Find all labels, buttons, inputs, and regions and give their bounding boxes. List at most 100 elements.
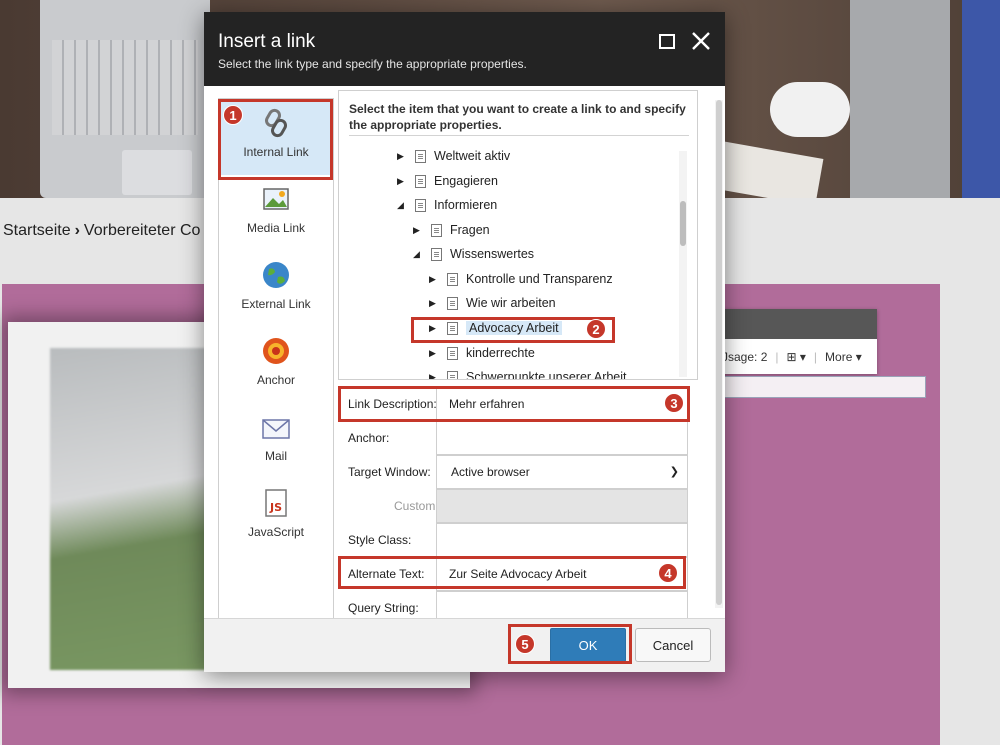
callout-number-3: 3: [664, 393, 684, 413]
link-type-label: Internal Link: [243, 145, 309, 159]
document-icon: [447, 272, 458, 286]
document-icon: [415, 149, 426, 163]
tree-node-kinderrechte[interactable]: ▶ kinderrechte: [429, 343, 535, 363]
link-type-label: JavaScript: [247, 525, 305, 539]
document-icon: [447, 296, 458, 310]
document-icon: [431, 223, 442, 237]
link-type-label: Mail: [264, 449, 287, 463]
custom-input: [436, 489, 688, 523]
style-class-row: Style Class:: [338, 523, 693, 557]
link-properties-panel: Select the item that you want to create …: [338, 90, 725, 628]
expand-arrow-icon[interactable]: ▶: [429, 274, 439, 285]
custom-row: Custom:: [338, 489, 693, 523]
tree-node-label: Advocacy Arbeit: [466, 321, 562, 335]
tree-node-label: Schwerpunkte unserer Arbeit: [466, 370, 627, 380]
link-type-list: Internal Link Media Link External Link A…: [218, 98, 334, 623]
callout-number-4: 4: [658, 563, 678, 583]
chevron-down-icon: ❯: [669, 466, 679, 478]
expand-arrow-icon[interactable]: ▶: [413, 225, 423, 236]
maximize-icon[interactable]: [659, 34, 675, 49]
editor-toolbar-bar: [710, 309, 877, 339]
callout-number-5: 5: [515, 634, 535, 654]
tree-node-weltweit-aktiv[interactable]: ▶ Weltweit aktiv: [397, 146, 510, 166]
link-type-anchor[interactable]: Anchor: [219, 327, 333, 403]
tree-scrollbar-thumb[interactable]: [680, 201, 686, 246]
style-class-label: Style Class:: [348, 533, 412, 547]
editor-toolbar: Jsage: 2 | ⊞ ▾ | More ▾: [710, 309, 877, 374]
document-icon: [447, 321, 458, 335]
link-description-row: Link Description:: [338, 387, 693, 421]
expand-arrow-icon[interactable]: ▶: [397, 176, 407, 187]
tree-node-kontrolle-und-transparenz[interactable]: ▶ Kontrolle und Transparenz: [429, 269, 613, 289]
link-type-javascript[interactable]: JS JavaScript: [219, 479, 333, 555]
close-icon[interactable]: [690, 30, 712, 52]
alternate-text-row: Alternate Text:: [338, 557, 693, 591]
usage-count: Jsage: 2: [722, 349, 768, 364]
link-type-media[interactable]: Media Link: [219, 175, 333, 251]
tree-node-wie-wir-arbeiten[interactable]: ▶ Wie wir arbeiten: [429, 293, 556, 313]
globe-icon: [263, 262, 289, 288]
breadcrumb-current[interactable]: Vorbereiteter Co: [84, 222, 201, 239]
svg-text:JS: JS: [269, 501, 282, 514]
tree-structure-icon[interactable]: ⊞ ▾: [787, 350, 806, 364]
alternate-text-input[interactable]: [436, 557, 688, 591]
image-icon: [263, 188, 289, 210]
query-string-label: Query String:: [348, 601, 419, 615]
document-icon: [447, 370, 458, 379]
style-class-input[interactable]: [436, 523, 688, 557]
link-type-external[interactable]: External Link: [219, 251, 333, 327]
target-window-label: Target Window:: [348, 465, 431, 479]
tree-node-wissenswertes[interactable]: ◢ Wissenswertes: [413, 244, 534, 264]
editor-field-outline: [710, 376, 926, 398]
link-description-label: Link Description:: [348, 397, 437, 411]
properties-scrollbar[interactable]: [715, 100, 723, 608]
collapse-arrow-icon[interactable]: ◢: [413, 249, 423, 260]
anchor-label: Anchor:: [348, 431, 390, 445]
properties-scrollbar-thumb[interactable]: [716, 100, 722, 605]
callout-number-2: 2: [586, 319, 606, 339]
document-icon: [447, 346, 458, 360]
breadcrumb: Startseite › Vorbereiteter Co: [3, 222, 200, 240]
blue-edge: [962, 0, 1000, 198]
ok-button[interactable]: OK: [550, 628, 626, 662]
tree-node-schwerpunkte[interactable]: ▶ Schwerpunkte unserer Arbeit: [429, 367, 627, 380]
link-type-mail[interactable]: Mail: [219, 403, 333, 479]
dialog-header: Insert a link Select the link type and s…: [204, 12, 725, 86]
javascript-file-icon: JS: [265, 489, 287, 517]
expand-arrow-icon[interactable]: ▶: [397, 151, 407, 162]
expand-arrow-icon[interactable]: ▶: [429, 323, 439, 334]
dialog-subtitle: Select the link type and specify the app…: [218, 57, 527, 71]
anchor-input[interactable]: [436, 421, 688, 455]
insert-link-dialog: Insert a link Select the link type and s…: [204, 12, 725, 672]
link-description-input[interactable]: [436, 387, 688, 421]
tree-node-informieren[interactable]: ◢ Informieren: [397, 195, 497, 215]
tree-scrollbar[interactable]: [679, 151, 687, 377]
tree-node-engagieren[interactable]: ▶ Engagieren: [397, 171, 498, 191]
tree-node-fragen[interactable]: ▶ Fragen: [413, 220, 490, 240]
dialog-title: Insert a link: [218, 31, 316, 52]
expand-arrow-icon[interactable]: ▶: [429, 348, 439, 359]
target-window-select[interactable]: Active browser ❯: [436, 455, 688, 489]
target-window-row: Target Window: Active browser ❯: [338, 455, 693, 489]
breadcrumb-home[interactable]: Startseite: [3, 222, 71, 239]
more-dropdown[interactable]: More ▾: [825, 350, 862, 364]
tree-node-label: Fragen: [450, 223, 490, 237]
target-window-value: Active browser: [451, 465, 530, 479]
tree-node-label: kinderrechte: [466, 346, 535, 360]
laptop-image: [40, 0, 210, 198]
content-tree-panel: Select the item that you want to create …: [338, 90, 698, 380]
link-type-label: Anchor: [256, 373, 296, 387]
custom-label: Custom:: [394, 499, 439, 513]
tree-node-label: Kontrolle und Transparenz: [466, 272, 613, 286]
alternate-text-label: Alternate Text:: [348, 567, 425, 581]
dialog-footer: OK Cancel: [204, 618, 725, 672]
tree-node-label: Wissenswertes: [450, 247, 535, 261]
monitor-image: [850, 0, 950, 198]
expand-arrow-icon[interactable]: ▶: [429, 372, 439, 380]
envelope-icon: [262, 419, 290, 439]
collapse-arrow-icon[interactable]: ◢: [397, 200, 407, 211]
tree-node-label: Informieren: [434, 198, 498, 212]
expand-arrow-icon[interactable]: ▶: [429, 298, 439, 309]
cancel-button[interactable]: Cancel: [635, 628, 711, 662]
tree-node-advocacy-arbeit[interactable]: ▶ Advocacy Arbeit: [429, 318, 562, 338]
